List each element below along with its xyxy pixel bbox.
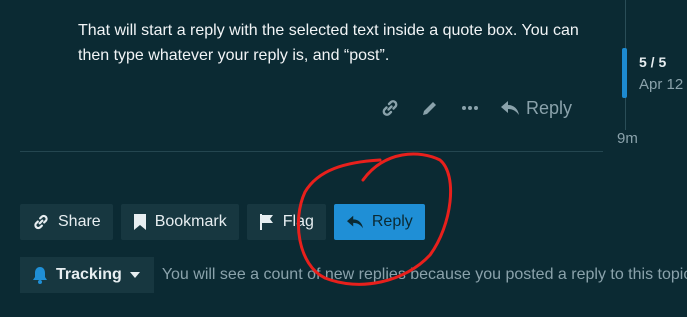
topic-timeline[interactable]: 5 / 5 Apr 12 9m — [617, 0, 687, 160]
post-text: That will start a reply with the selecte… — [78, 22, 579, 64]
notifications-row: Tracking You will see a count of new rep… — [20, 257, 687, 293]
caret-down-icon — [129, 272, 140, 278]
reply-label: Reply — [371, 213, 413, 230]
more-button[interactable] — [450, 94, 490, 122]
reply-icon — [346, 215, 363, 229]
tracking-label: Tracking — [56, 266, 122, 283]
flag-button[interactable]: Flag — [246, 204, 326, 240]
flag-label: Flag — [282, 213, 314, 230]
flag-icon — [259, 214, 273, 230]
timeline-position: 5 / 5 — [639, 54, 667, 70]
post-reply-button[interactable]: Reply — [500, 98, 572, 119]
bookmark-button[interactable]: Bookmark — [120, 204, 239, 240]
post-reply-label: Reply — [526, 97, 573, 118]
bookmark-icon — [133, 214, 146, 230]
edit-button[interactable] — [410, 94, 450, 122]
timeline-date: Apr 12 — [639, 76, 684, 93]
pencil-icon — [423, 102, 436, 115]
timeline-handle[interactable] — [622, 48, 627, 98]
bell-icon — [33, 267, 47, 284]
copy-link-button[interactable] — [370, 94, 410, 122]
link-icon — [34, 214, 48, 230]
share-button[interactable]: Share — [20, 204, 113, 240]
post-divider — [20, 151, 603, 152]
reply-icon — [501, 101, 519, 115]
timeline-age: 9m — [617, 130, 638, 147]
link-icon — [382, 100, 398, 116]
bookmark-label: Bookmark — [154, 213, 227, 230]
tracking-description: You will see a count of new replies beca… — [161, 266, 687, 283]
share-label: Share — [58, 213, 101, 230]
reply-button[interactable]: Reply — [333, 204, 425, 240]
topic-footer-buttons: Share Bookmark Flag Reply — [20, 204, 425, 240]
tracking-dropdown[interactable]: Tracking — [20, 257, 154, 293]
ellipsis-icon — [462, 106, 478, 110]
post-actions: Reply — [370, 94, 572, 122]
